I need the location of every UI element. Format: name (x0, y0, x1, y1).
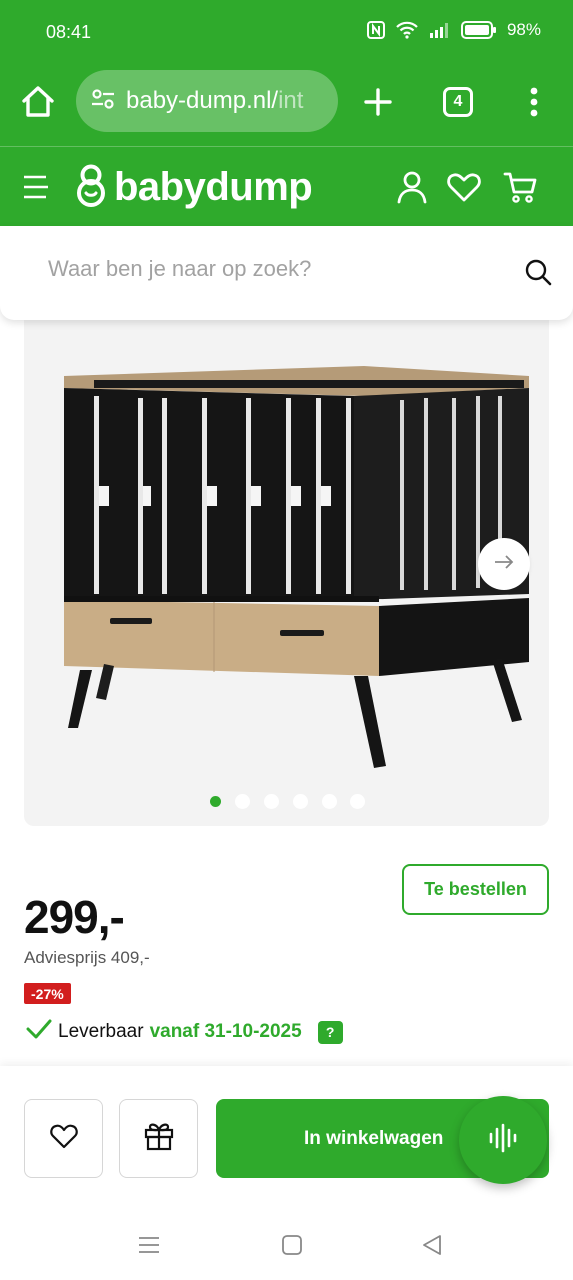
browser-toolbar: baby-dump.nl/int 4 (0, 64, 573, 146)
status-time: 08:41 (46, 22, 92, 42)
availability-date: vanaf 31-10-2025 (149, 1021, 302, 1042)
heart-outline-icon (49, 1122, 79, 1155)
signal-icon (429, 22, 451, 38)
site-header: babydump (0, 146, 573, 226)
url-faded: int (278, 87, 304, 114)
gift-button[interactable] (119, 1099, 198, 1178)
gallery-dot[interactable] (322, 794, 337, 809)
voice-wave-icon (488, 1123, 518, 1158)
page: 08:41 98% baby-dump.nl/int 4 babydump Wa… (0, 0, 573, 1280)
site-settings-icon[interactable] (90, 86, 116, 117)
overflow-menu-icon[interactable] (522, 82, 546, 122)
home-nav-icon[interactable] (281, 1234, 303, 1261)
status-bar: 08:41 98% (0, 0, 573, 64)
site-logo[interactable]: babydump (74, 163, 313, 212)
cart-icon[interactable] (503, 169, 539, 205)
gallery-dot[interactable] (235, 794, 250, 809)
account-icon[interactable] (394, 169, 430, 205)
nfc-icon (366, 21, 385, 39)
gallery-dot[interactable] (210, 796, 221, 807)
gallery-dot[interactable] (264, 794, 279, 809)
gallery-dot[interactable] (350, 794, 365, 809)
voice-assistant-button[interactable] (459, 1096, 547, 1184)
plus-icon[interactable] (358, 82, 398, 122)
order-status-button[interactable]: Te bestellen (402, 864, 549, 915)
search-input[interactable] (48, 256, 488, 282)
wishlist-button[interactable] (24, 1099, 103, 1178)
logo-mark-icon (74, 163, 108, 212)
address-bar[interactable]: baby-dump.nl/int (76, 70, 338, 132)
recent-apps-icon[interactable] (138, 1234, 160, 1261)
checkmark-icon (26, 1018, 52, 1046)
arrow-right-icon (493, 554, 515, 575)
gallery-dots (24, 794, 549, 810)
heart-icon[interactable] (446, 169, 482, 205)
advice-price: Adviesprijs 409,- (24, 948, 150, 967)
status-icons: 98% (366, 20, 541, 40)
search-bar (0, 226, 573, 320)
tabs-icon[interactable]: 4 (443, 87, 473, 117)
availability: Leverbaar vanaf 31-10-2025 ? (26, 1018, 343, 1046)
url-main: baby-dump.nl/ (126, 87, 279, 114)
home-icon[interactable] (18, 82, 58, 122)
battery-level: 98% (506, 20, 541, 39)
discount-badge: -27% (24, 983, 71, 1004)
product-price: 299,- (24, 891, 125, 943)
help-badge[interactable]: ? (317, 1020, 343, 1044)
wifi-icon (395, 21, 419, 39)
next-image-button[interactable] (478, 538, 530, 590)
action-bar: In winkelwagen (0, 1066, 573, 1216)
back-icon[interactable] (421, 1234, 443, 1261)
logo-text: babydump (114, 165, 313, 209)
gift-icon (143, 1120, 175, 1157)
url-text: baby-dump.nl/int (126, 87, 303, 115)
battery-icon (460, 21, 497, 39)
gallery-dot[interactable] (293, 794, 308, 809)
product-gallery[interactable] (24, 300, 549, 826)
search-icon[interactable] (524, 258, 552, 291)
product-image (64, 366, 529, 768)
availability-label: Leverbaar (58, 1021, 144, 1042)
system-nav-bar (0, 1216, 573, 1280)
hamburger-icon[interactable] (22, 173, 50, 201)
